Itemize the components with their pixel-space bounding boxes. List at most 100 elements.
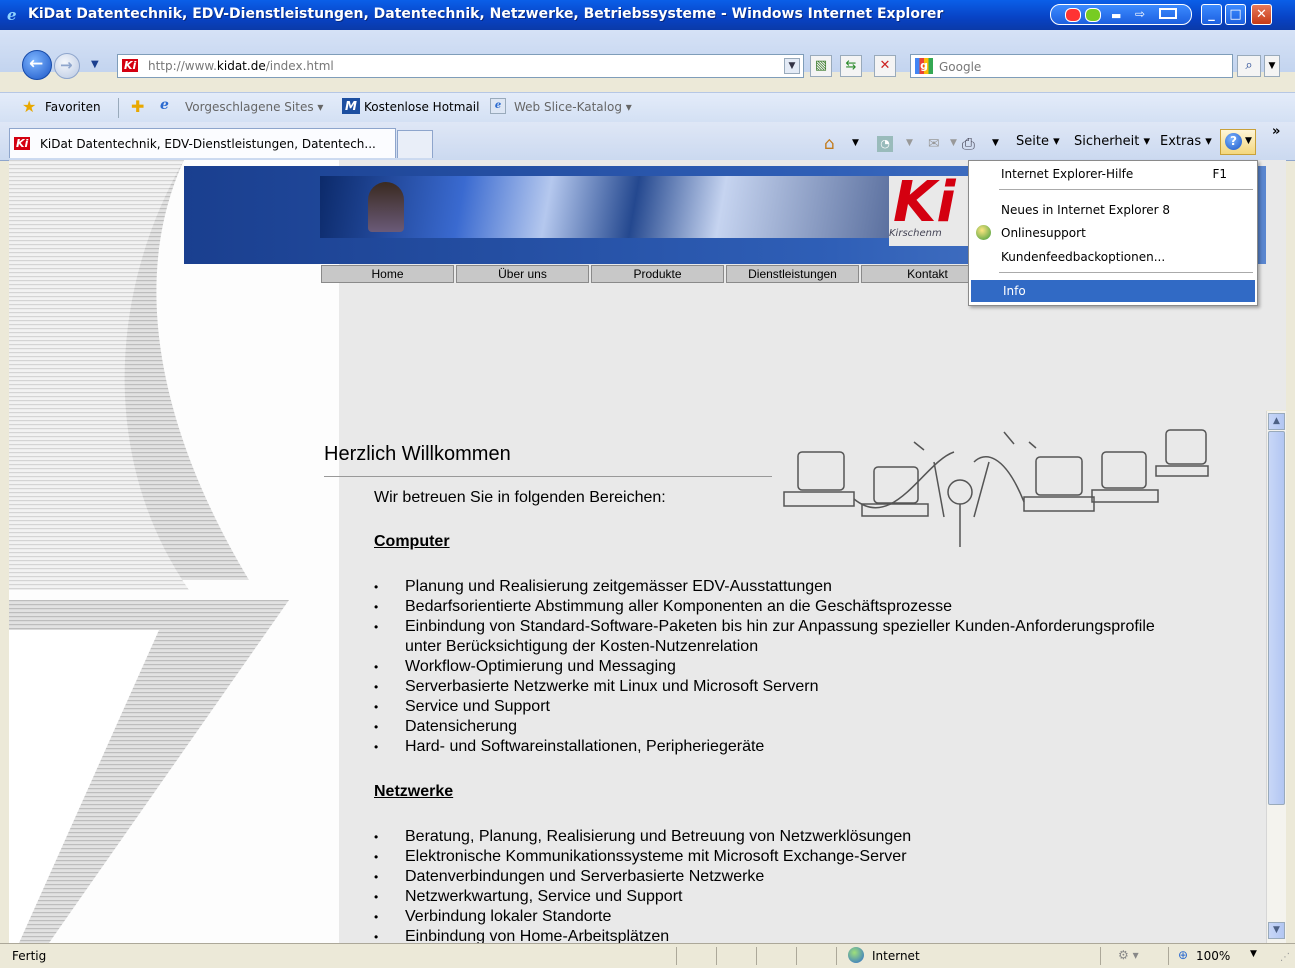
internet-zone-icon: [848, 947, 864, 963]
zoom-level[interactable]: 100%: [1196, 949, 1230, 963]
menu-item-feedback[interactable]: Kundenfeedbackoptionen...: [969, 246, 1255, 268]
status-text: Fertig: [12, 949, 47, 963]
page-menu[interactable]: Seite ▾: [1016, 134, 1060, 149]
new-tab-button[interactable]: [397, 130, 433, 158]
nav-about[interactable]: Über uns: [456, 265, 589, 283]
list-item: Netzwerkwartung, Service und Support: [374, 887, 1174, 907]
hotmail-link[interactable]: Kostenlose Hotmail: [364, 100, 479, 114]
nav-about-label: Über uns: [498, 267, 547, 281]
home-dropdown-icon[interactable]: ▼: [852, 138, 859, 148]
section-computer-title[interactable]: Computer: [374, 533, 450, 551]
feeds-icon[interactable]: ◔: [877, 136, 893, 152]
page-edge: [1266, 160, 1286, 410]
web-slice-link[interactable]: Web Slice-Katalog ▾: [514, 100, 632, 114]
nav-contact-label: Kontakt: [907, 267, 948, 281]
favorites-divider: [118, 98, 119, 118]
safety-menu-label: Sicherheit: [1074, 134, 1140, 149]
status-divider: [1168, 947, 1169, 965]
protected-mode-icon[interactable]: ⚙ ▾: [1118, 948, 1139, 962]
mail-icon[interactable]: ✉: [928, 136, 940, 152]
menu-item-online-support[interactable]: Onlinesupport: [969, 222, 1255, 244]
close-button[interactable]: ✕: [1251, 4, 1272, 25]
chevron-down-icon: ▼: [1273, 925, 1280, 935]
history-dropdown-icon[interactable]: ▼: [91, 59, 99, 70]
menu-item-shortcut: F1: [1212, 167, 1227, 181]
search-options-button[interactable]: ▼: [1264, 55, 1280, 77]
nav-home[interactable]: Home: [321, 265, 454, 283]
record-icon: [1065, 8, 1081, 22]
search-button[interactable]: ⌕: [1237, 55, 1261, 77]
back-arrow-icon: ←: [29, 54, 44, 74]
menu-item-info[interactable]: Info: [971, 280, 1255, 302]
close-icon: ✕: [1256, 7, 1267, 22]
url-domain: kidat.de: [216, 59, 266, 73]
print-dropdown-icon[interactable]: ▼: [992, 138, 999, 148]
search-input[interactable]: g Google: [910, 54, 1233, 78]
nav-products[interactable]: Produkte: [591, 265, 724, 283]
status-bar: Fertig Internet ⚙ ▾ ⊕ 100% ▼ ⋰: [0, 943, 1295, 968]
help-menu-button[interactable]: ? ▼: [1220, 129, 1256, 155]
scroll-up-button[interactable]: ▲: [1268, 413, 1285, 430]
status-divider: [1100, 947, 1101, 965]
window-title: KiDat Datentechnik, EDV-Dienstleistungen…: [28, 6, 944, 22]
tab-active[interactable]: Ki KiDat Datentechnik, EDV-Dienstleistun…: [9, 128, 396, 158]
help-icon: ?: [1225, 133, 1242, 150]
back-button[interactable]: ←: [22, 50, 52, 80]
hotmail-icon: M: [342, 98, 360, 114]
welcome-heading: Herzlich Willkommen: [324, 443, 511, 465]
maximize-button[interactable]: □: [1225, 4, 1246, 25]
forward-button[interactable]: →: [54, 53, 80, 79]
banner-person: [368, 182, 404, 232]
section-network-title[interactable]: Netzwerke: [374, 783, 453, 801]
list-item: Einbindung von Standard-Software-Paketen…: [374, 617, 1174, 657]
tools-menu[interactable]: Extras ▾: [1160, 134, 1212, 149]
suggested-sites-label: Vorgeschlagene Sites: [185, 100, 314, 114]
mail-dropdown-icon[interactable]: ▼: [950, 138, 957, 148]
list-item: Beratung, Planung, Realisierung und Betr…: [374, 827, 1174, 847]
menu-item-ie-help-label: Internet Explorer-Hilfe: [1001, 167, 1134, 181]
minimize-icon: _: [1208, 7, 1215, 22]
url-prefix: http://www.: [148, 59, 217, 73]
online-support-icon: [976, 225, 991, 240]
resize-grip-icon[interactable]: ⋰: [1280, 952, 1290, 963]
list-item: Workflow-Optimierung und Messaging: [374, 657, 1174, 677]
decorative-swoosh: [9, 160, 339, 943]
intro-text: Wir betreuen Sie in folgenden Bereichen:: [374, 489, 666, 506]
menu-separator: [999, 189, 1253, 190]
favorites-button[interactable]: Favoriten: [45, 100, 101, 114]
minimize-button[interactable]: _: [1201, 4, 1222, 25]
title-bar[interactable]: e KiDat Datentechnik, EDV-Dienstleistung…: [0, 0, 1295, 30]
refresh-button[interactable]: ⇆: [840, 55, 862, 77]
tab-title: KiDat Datentechnik, EDV-Dienstleistungen…: [40, 137, 376, 151]
compat-icon: ▧: [814, 58, 828, 73]
menu-item-ie-help[interactable]: Internet Explorer-Hilfe F1: [969, 163, 1255, 185]
feeds-dropdown-icon[interactable]: ▼: [906, 138, 913, 148]
home-icon[interactable]: ⌂: [824, 134, 835, 154]
nav-services[interactable]: Dienstleistungen: [726, 265, 859, 283]
favorites-star-icon: ★: [22, 97, 37, 116]
menu-item-whats-new[interactable]: Neues in Internet Explorer 8: [969, 199, 1255, 221]
status-divider: [836, 947, 837, 965]
nvidia-toolbar-buttons[interactable]: ▬ ⇨: [1050, 4, 1192, 25]
compatibility-view-button[interactable]: ▧: [810, 55, 832, 77]
scroll-thumb[interactable]: [1268, 431, 1285, 805]
stop-button[interactable]: ✕: [874, 55, 896, 77]
security-zone[interactable]: Internet: [872, 949, 920, 963]
toolbar-overflow-icon[interactable]: »: [1272, 124, 1280, 139]
scroll-down-button[interactable]: ▼: [1268, 922, 1285, 939]
network-illustration: [783, 429, 1209, 547]
zoom-dropdown-icon[interactable]: ▼: [1250, 949, 1257, 959]
vertical-scrollbar[interactable]: ▲ ▼: [1266, 411, 1286, 943]
window-tray-icon: [1159, 8, 1177, 19]
address-field[interactable]: Ki http://www.kidat.de/index.html ▼: [117, 54, 804, 78]
print-icon[interactable]: ⎙: [962, 134, 975, 154]
add-favorite-icon[interactable]: ✚: [131, 97, 144, 116]
address-dropdown-icon[interactable]: ▼: [784, 58, 800, 74]
menu-item-whats-new-label: Neues in Internet Explorer 8: [1001, 203, 1171, 217]
banner-photo: [320, 176, 890, 238]
list-item: Bedarfsorientierte Abstimmung aller Komp…: [374, 597, 1174, 617]
zoom-icon: ⊕: [1178, 948, 1189, 962]
suggested-sites-link[interactable]: Vorgeschlagene Sites ▾: [185, 100, 323, 114]
safety-menu[interactable]: Sicherheit ▾: [1074, 134, 1150, 149]
site-logo-sub: Kirschenm: [889, 228, 942, 239]
